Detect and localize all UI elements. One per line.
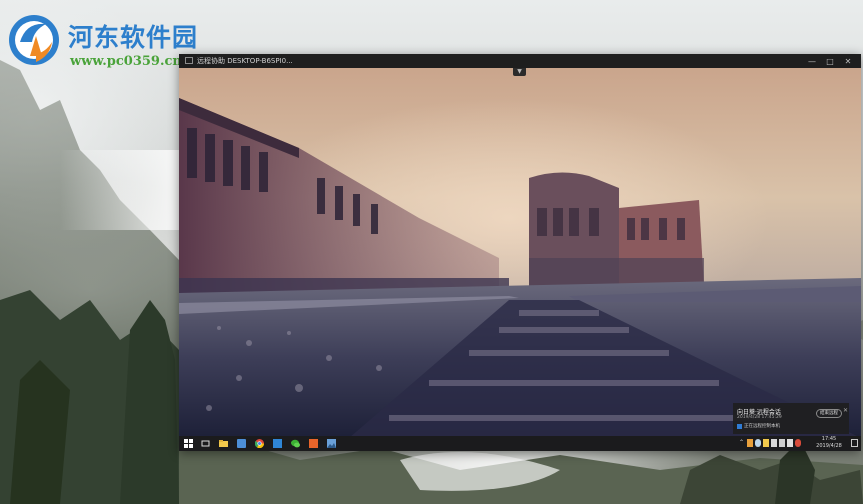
network-icon[interactable]	[763, 439, 769, 447]
chrome-icon[interactable]	[255, 439, 264, 448]
file-explorer-icon[interactable]	[219, 439, 228, 448]
action-center-icon[interactable]	[851, 439, 858, 447]
end-session-button[interactable]: 结束远程	[816, 409, 842, 418]
remote-taskbar: ⌃ 17:45 2019/4/28	[179, 436, 861, 451]
window-titlebar[interactable]: 远程协助 DESKTOP-B6SPI0... — □ ✕	[179, 54, 861, 68]
checkbox-icon[interactable]	[737, 424, 742, 429]
remote-desktop-icon	[185, 57, 193, 64]
site-url: www.pc0359.cn	[70, 54, 182, 69]
image-viewer-icon[interactable]	[327, 439, 336, 448]
notification-checkbox-label: 正在远程控制本机	[744, 424, 780, 429]
maximize-icon[interactable]: □	[821, 54, 839, 68]
wechat-icon[interactable]	[291, 439, 300, 448]
chevron-down-icon[interactable]: ▼	[513, 68, 526, 76]
cloud-icon[interactable]	[755, 439, 761, 447]
minimize-icon[interactable]: —	[803, 54, 821, 68]
host-desktop: 河东软件园 www.pc0359.cn 远程协助 DESKTOP-B6SPI0.…	[0, 0, 863, 504]
window-title: 远程协助 DESKTOP-B6SPI0...	[197, 57, 293, 65]
close-icon[interactable]: ✕	[843, 407, 848, 414]
remote-wallpaper	[179, 68, 861, 438]
antivirus-icon[interactable]	[795, 439, 801, 447]
windows-start-icon[interactable]	[184, 439, 193, 448]
app-icon[interactable]	[273, 439, 282, 448]
window-controls: — □ ✕	[803, 54, 857, 68]
site-name: 河东软件园	[68, 23, 199, 52]
site-logo-icon	[9, 15, 59, 65]
notification-subtitle: 2019/4/28 17:45:29	[737, 415, 782, 420]
input-method-icon[interactable]	[787, 439, 793, 447]
task-view-icon[interactable]	[201, 439, 210, 448]
chevron-up-icon[interactable]: ⌃	[739, 439, 745, 447]
volume-icon[interactable]	[779, 439, 785, 447]
clock-time: 17:45	[821, 436, 837, 442]
notification-toast[interactable]: 向日葵·远程会话 2019/4/28 17:45:29 正在远程控制本机 结束远…	[733, 403, 849, 434]
remote-desktop-window[interactable]: 远程协助 DESKTOP-B6SPI0... — □ ✕ ▼ 向日葵·远程会话 …	[179, 54, 861, 451]
office-icon[interactable]	[309, 439, 318, 448]
taskbar-clock[interactable]: 17:45 2019/4/28	[811, 436, 847, 450]
close-icon[interactable]: ✕	[839, 54, 857, 68]
edge-icon[interactable]	[237, 439, 246, 448]
security-icon[interactable]	[771, 439, 777, 447]
clock-date: 2019/4/28	[816, 443, 842, 449]
remote-screen[interactable]	[179, 68, 861, 438]
tray-app-icon[interactable]	[747, 439, 753, 447]
